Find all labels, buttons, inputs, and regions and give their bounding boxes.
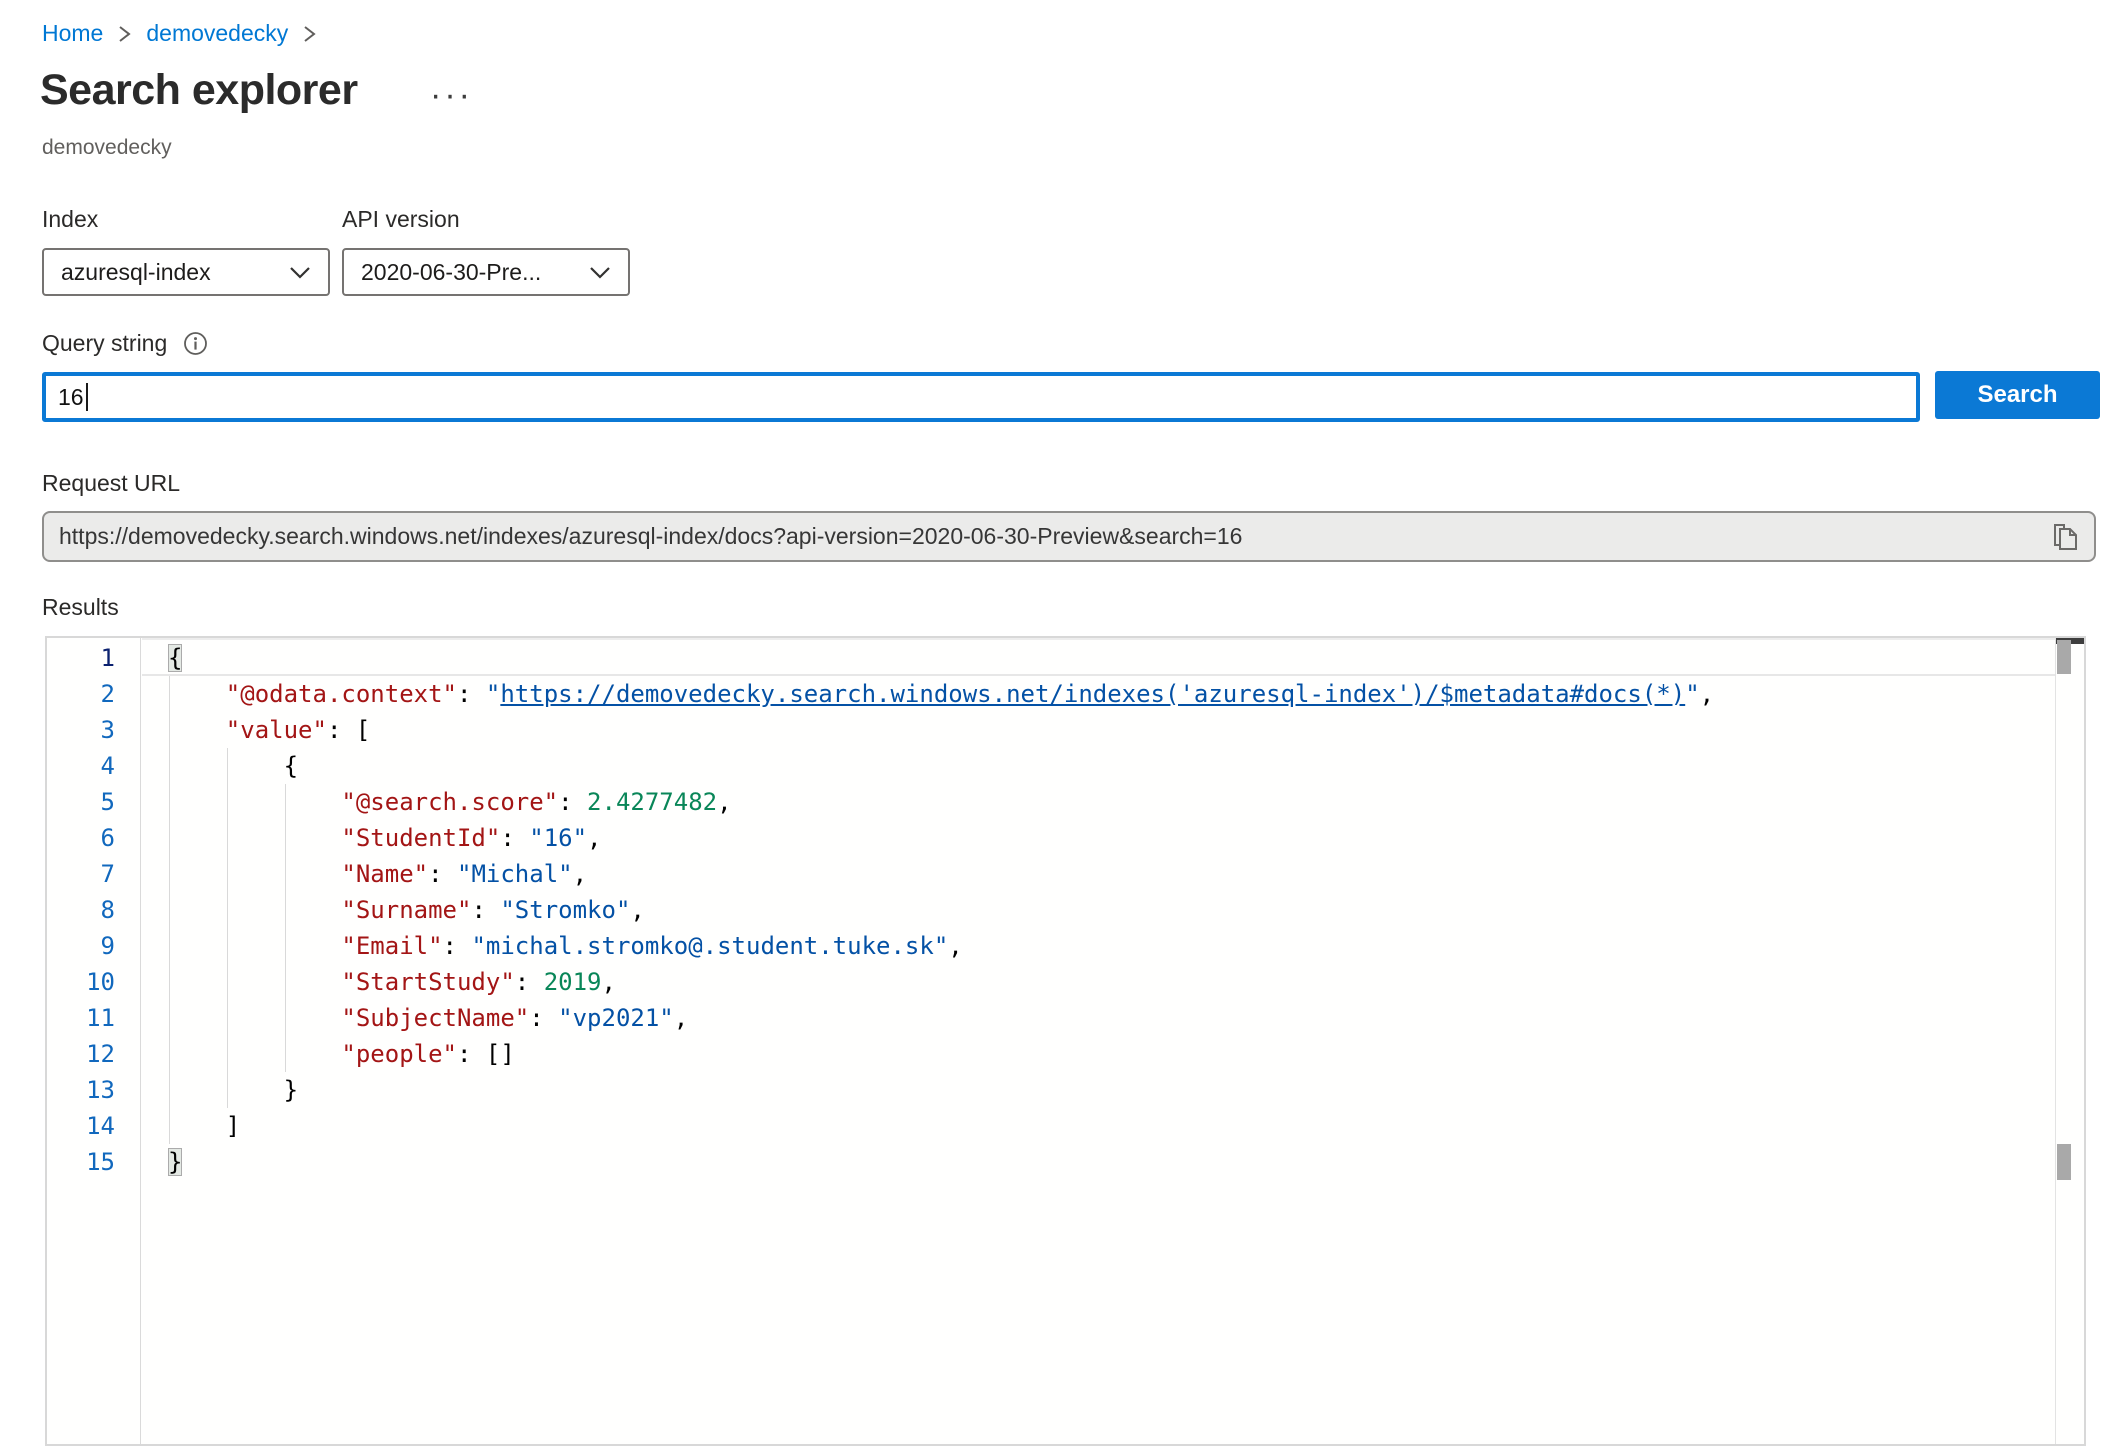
editor-line[interactable]: "SubjectName": "vp2021", bbox=[168, 1000, 2054, 1036]
line-number: 7 bbox=[47, 856, 115, 892]
editor-line[interactable]: } bbox=[168, 1072, 2054, 1108]
editor-line[interactable]: { bbox=[168, 640, 2054, 676]
api-version-dropdown-value: 2020-06-30-Pre... bbox=[361, 259, 541, 286]
editor-line[interactable]: "value": [ bbox=[168, 712, 2054, 748]
index-dropdown-value: azuresql-index bbox=[61, 259, 211, 286]
line-number: 12 bbox=[47, 1036, 115, 1072]
editor-line[interactable]: "@search.score": 2.4277482, bbox=[168, 784, 2054, 820]
editor-line[interactable]: } bbox=[168, 1144, 2054, 1180]
breadcrumb: Home demovedecky bbox=[42, 20, 316, 47]
page-subtitle: demovedecky bbox=[42, 136, 172, 160]
api-version-dropdown[interactable]: 2020-06-30-Pre... bbox=[342, 248, 630, 296]
more-button[interactable]: ··· bbox=[430, 78, 473, 112]
chevron-down-icon bbox=[589, 266, 611, 279]
line-number: 11 bbox=[47, 1000, 115, 1036]
scrollbar-thumb[interactable] bbox=[2057, 640, 2071, 674]
line-number: 9 bbox=[47, 928, 115, 964]
editor-lines: { "@odata.context": "https://demovedecky… bbox=[168, 640, 2054, 1180]
line-number: 13 bbox=[47, 1072, 115, 1108]
editor-line[interactable]: "people": [] bbox=[168, 1036, 2054, 1072]
scrollbar-track[interactable] bbox=[2055, 638, 2084, 1444]
copy-button[interactable] bbox=[2046, 519, 2080, 555]
editor-gutter: 123456789101112131415 bbox=[47, 640, 115, 1180]
query-string-label-row: Query string bbox=[42, 330, 208, 357]
index-label: Index bbox=[42, 206, 98, 233]
query-input-value: 16 bbox=[58, 384, 84, 411]
request-url-value: https://demovedecky.search.windows.net/i… bbox=[59, 523, 2046, 550]
line-number: 2 bbox=[47, 676, 115, 712]
results-editor[interactable]: 123456789101112131415 { "@odata.context"… bbox=[45, 636, 2086, 1446]
editor-line[interactable]: "StudentId": "16", bbox=[168, 820, 2054, 856]
editor-line[interactable]: "Email": "michal.stromko@.student.tuke.s… bbox=[168, 928, 2054, 964]
line-number: 5 bbox=[47, 784, 115, 820]
results-label: Results bbox=[42, 594, 119, 621]
overview-ruler-bracket-mark bbox=[2057, 1144, 2071, 1180]
page-title: Search explorer bbox=[40, 66, 358, 115]
line-number: 6 bbox=[47, 820, 115, 856]
line-number: 15 bbox=[47, 1144, 115, 1180]
text-caret bbox=[86, 383, 88, 411]
editor-line[interactable]: { bbox=[168, 748, 2054, 784]
editor-line[interactable]: ] bbox=[168, 1108, 2054, 1144]
editor-line[interactable]: "Surname": "Stromko", bbox=[168, 892, 2054, 928]
gutter-separator bbox=[140, 638, 141, 1444]
breadcrumb-link-home[interactable]: Home bbox=[42, 20, 103, 47]
line-number: 14 bbox=[47, 1108, 115, 1144]
info-icon[interactable] bbox=[183, 331, 208, 356]
query-input[interactable]: 16 bbox=[42, 372, 1920, 422]
chevron-right-icon bbox=[118, 23, 131, 45]
request-url-label: Request URL bbox=[42, 470, 180, 497]
line-number: 4 bbox=[47, 748, 115, 784]
line-number: 8 bbox=[47, 892, 115, 928]
chevron-right-icon bbox=[303, 23, 316, 45]
request-url-bar: https://demovedecky.search.windows.net/i… bbox=[42, 511, 2096, 562]
line-number: 1 bbox=[47, 640, 115, 676]
query-string-label: Query string bbox=[42, 330, 167, 357]
search-button[interactable]: Search bbox=[1935, 371, 2100, 419]
breadcrumb-link-demovedecky[interactable]: demovedecky bbox=[146, 20, 288, 47]
copy-icon bbox=[2048, 520, 2078, 554]
editor-line[interactable]: "StartStudy": 2019, bbox=[168, 964, 2054, 1000]
editor-line[interactable]: "@odata.context": "https://demovedecky.s… bbox=[168, 676, 2054, 712]
editor-line[interactable]: "Name": "Michal", bbox=[168, 856, 2054, 892]
index-dropdown[interactable]: azuresql-index bbox=[42, 248, 330, 296]
line-number: 3 bbox=[47, 712, 115, 748]
line-number: 10 bbox=[47, 964, 115, 1000]
api-version-label: API version bbox=[342, 206, 460, 233]
chevron-down-icon bbox=[289, 266, 311, 279]
